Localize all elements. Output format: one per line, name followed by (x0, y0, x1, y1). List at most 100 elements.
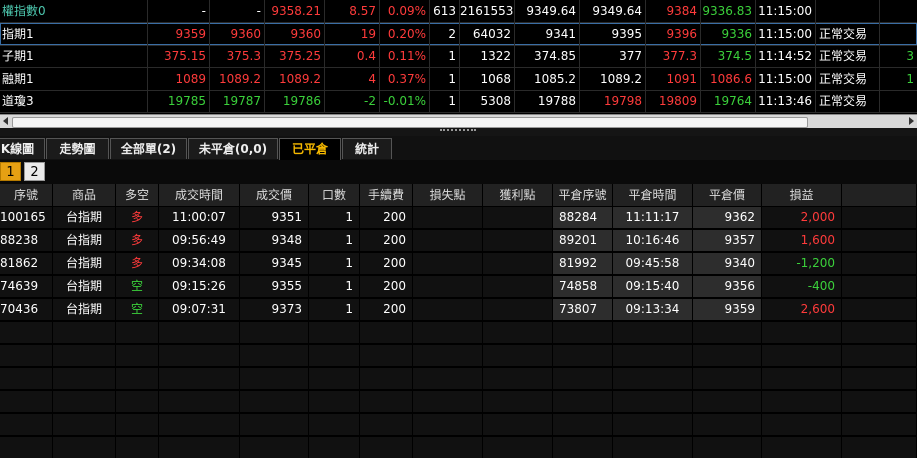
column-header[interactable]: 序號 (0, 184, 53, 206)
tab-1[interactable]: K線圖 (0, 138, 45, 159)
table-row[interactable] (0, 344, 917, 366)
quote-cell: 正常交易 (816, 22, 880, 45)
table-cell: 81992 (553, 253, 613, 274)
quote-row[interactable]: 道瓊3 19785 19787 19786 -2 -0.01% 1 5308 19788 1979… (0, 90, 917, 113)
quote-cell: 1089.2 (265, 67, 325, 90)
table-cell (762, 391, 842, 412)
quote-cell: 9384 (646, 0, 701, 22)
column-header[interactable]: 成交時間 (159, 184, 240, 206)
quote-cell: 11:15:00 (756, 22, 816, 45)
table-cell (240, 322, 309, 343)
table-cell (842, 437, 917, 458)
table-cell: 73807 (553, 299, 613, 320)
quote-row[interactable]: 權指數0- -9358.21 8.57 0.09% 613 2161553 9349.64 9… (0, 0, 917, 23)
column-header[interactable]: 商品 (53, 184, 116, 206)
column-header[interactable]: 損益 (762, 184, 842, 206)
table-cell (693, 391, 762, 412)
scroll-right-icon[interactable] (909, 117, 914, 125)
table-row[interactable] (0, 367, 917, 389)
column-header[interactable]: 多空 (116, 184, 159, 206)
quote-extra-cell (880, 0, 917, 22)
tab-4[interactable]: 未平倉(0,0) (188, 138, 278, 159)
quote-row[interactable]: 子期1 375.15 375.3 375.25 0.4 0.11% 1 1322 374.85 3… (0, 45, 917, 68)
quote-cell: 5308 (460, 90, 515, 112)
quote-cell: -0.01% (380, 90, 430, 112)
quote-cell: 1089.2 (580, 67, 646, 90)
table-row[interactable]: 74639 台指期空 09:15:26 9355 1 200 74858 09:15:40 93… (0, 275, 917, 297)
table-row[interactable] (0, 321, 917, 343)
table-cell (413, 414, 483, 435)
table-cell: 9359 (693, 299, 762, 320)
table-cell: 74858 (553, 276, 613, 297)
quote-cell: 9349.64 (515, 0, 580, 22)
table-cell (240, 345, 309, 366)
horizontal-scrollbar[interactable] (0, 114, 917, 129)
scrollbar-thumb[interactable] (12, 117, 808, 128)
splitter-grip-icon[interactable] (440, 129, 476, 135)
table-cell: 200 (360, 207, 413, 228)
table-row[interactable] (0, 436, 917, 458)
table-cell (360, 322, 413, 343)
table-cell (0, 368, 53, 389)
column-header[interactable] (842, 184, 917, 206)
quote-cell: 374.5 (701, 45, 756, 67)
table-cell (413, 391, 483, 412)
page-2-button[interactable]: 2 (24, 162, 45, 181)
table-cell: 200 (360, 276, 413, 297)
column-header[interactable]: 損失點 (413, 184, 483, 206)
page-1-button[interactable]: 1 (0, 162, 21, 181)
table-cell (842, 207, 917, 228)
quote-cell: 1 (430, 45, 460, 67)
quote-extra-cell: 1 (906, 71, 914, 86)
tab-5[interactable]: 已平倉 (279, 138, 341, 161)
table-cell (613, 368, 693, 389)
column-header[interactable]: 口數 (309, 184, 360, 206)
table-cell (613, 391, 693, 412)
table-row[interactable]: 88238 台指期多 09:56:49 9348 1 200 89201 10:16:46 93… (0, 229, 917, 251)
table-cell (0, 414, 53, 435)
quote-cell: 0.11% (380, 45, 430, 67)
tab-3[interactable]: 全部單(2) (110, 138, 187, 159)
table-cell (842, 391, 917, 412)
table-cell: 09:13:34 (613, 299, 693, 320)
table-row[interactable] (0, 390, 917, 412)
page-selector: 1 2 (0, 160, 917, 184)
tab-2[interactable]: 走勢圖 (46, 138, 109, 159)
table-row[interactable] (0, 413, 917, 435)
quote-cell: 2161553 (460, 0, 515, 22)
table-cell (413, 368, 483, 389)
table-cell (116, 437, 159, 458)
table-row[interactable]: 70436 台指期空 09:07:31 9373 1 200 73807 09:13:34 93… (0, 298, 917, 320)
quote-cell: 1085.2 (515, 67, 580, 90)
table-cell: 台指期 (53, 253, 116, 274)
table-cell (483, 345, 553, 366)
table-cell (842, 345, 917, 366)
table-cell (413, 276, 483, 297)
table-cell (309, 345, 360, 366)
quote-row[interactable]: 指期1 9359 9360 9360 19 0.20% 2 64032 9341 9395 9396… (0, 22, 917, 46)
quote-row[interactable]: 融期1 1089 1089.2 1089.2 4 0.37% 1 1068 1085.2 1089… (0, 67, 917, 91)
table-cell (240, 437, 309, 458)
column-header[interactable]: 獲利點 (483, 184, 553, 206)
table-cell (762, 437, 842, 458)
table-cell (483, 253, 553, 274)
quote-cell: 0.4 (325, 45, 380, 67)
column-header[interactable]: 平倉價 (693, 184, 762, 206)
table-cell: 台指期 (53, 230, 116, 251)
column-header[interactable]: 平倉時間 (613, 184, 693, 206)
table-cell (483, 368, 553, 389)
table-cell: 200 (360, 299, 413, 320)
table-cell: 台指期 (53, 299, 116, 320)
column-header[interactable]: 手續費 (360, 184, 413, 206)
scroll-left-icon[interactable] (3, 117, 8, 125)
quote-cell: 1322 (460, 45, 515, 67)
table-cell: 9348 (240, 230, 309, 251)
tab-6[interactable]: 統計 (342, 138, 392, 159)
column-header[interactable]: 成交價 (240, 184, 309, 206)
column-header[interactable]: 平倉序號 (553, 184, 613, 206)
quote-cell: 19785 (148, 90, 210, 112)
table-row[interactable]: 81862 台指期多 09:34:08 9345 1 200 81992 09:45:58 93… (0, 252, 917, 274)
table-row[interactable]: 100165 台指期多 11:00:07 9351 1 200 88284 11:11:17 9… (0, 206, 917, 228)
table-cell (53, 368, 116, 389)
table-cell (413, 322, 483, 343)
